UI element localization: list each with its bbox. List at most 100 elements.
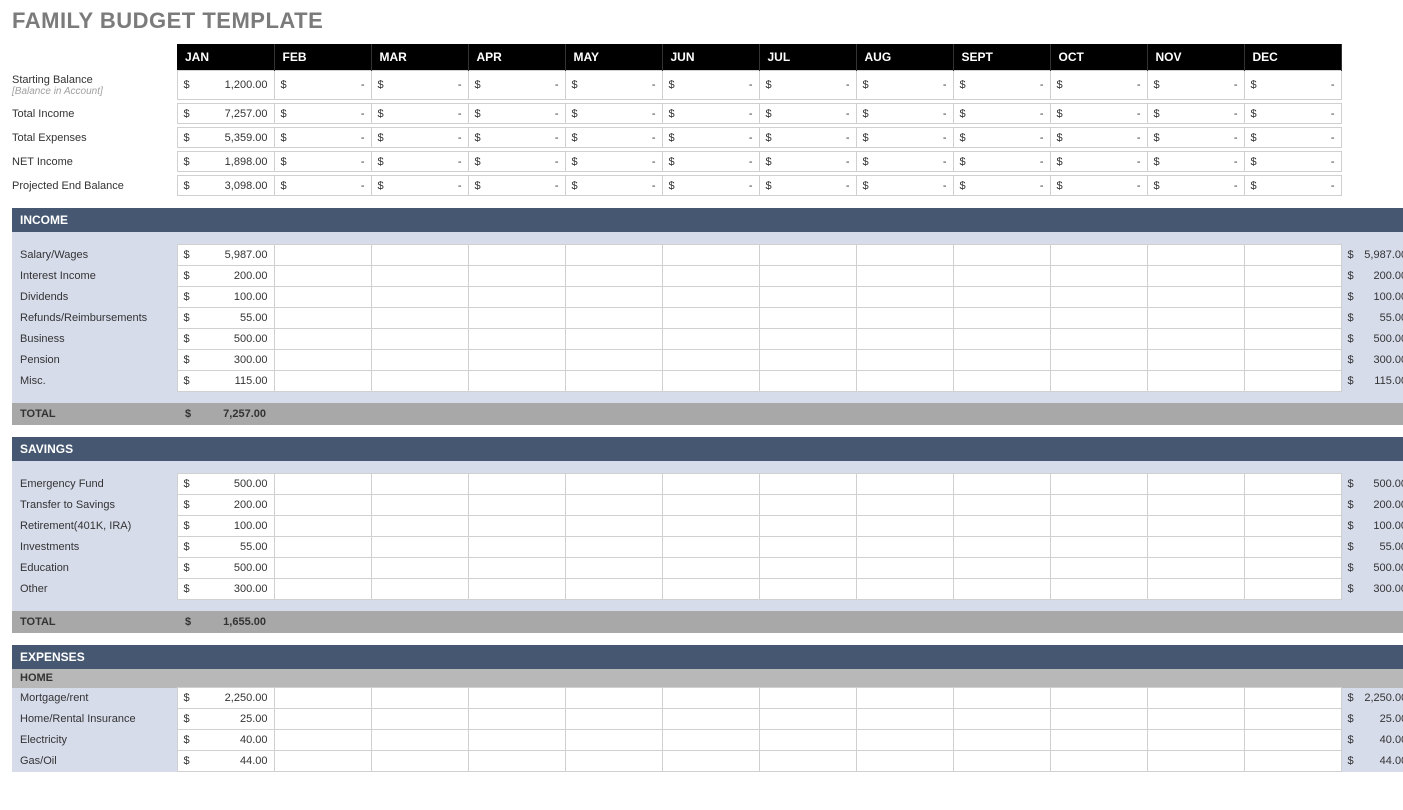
cell[interactable]: $-: [565, 176, 662, 196]
cell[interactable]: $-: [468, 176, 565, 196]
cell[interactable]: [856, 494, 953, 515]
cell[interactable]: $7,257.00: [177, 104, 274, 124]
cell[interactable]: [1050, 709, 1147, 730]
cell[interactable]: [1147, 328, 1244, 349]
cell[interactable]: $200.00: [177, 494, 274, 515]
cell[interactable]: $-: [468, 71, 565, 100]
cell[interactable]: [565, 730, 662, 751]
cell[interactable]: [1244, 286, 1341, 307]
cell[interactable]: [274, 557, 371, 578]
cell[interactable]: [662, 265, 759, 286]
cell[interactable]: $-: [1050, 152, 1147, 172]
cell[interactable]: [1147, 286, 1244, 307]
cell[interactable]: [1050, 286, 1147, 307]
cell[interactable]: [856, 286, 953, 307]
cell[interactable]: [565, 578, 662, 599]
cell[interactable]: $2,250.00: [177, 688, 274, 709]
cell[interactable]: $-: [662, 128, 759, 148]
cell[interactable]: [662, 688, 759, 709]
cell[interactable]: $-: [856, 104, 953, 124]
cell[interactable]: [468, 328, 565, 349]
cell[interactable]: $-: [662, 104, 759, 124]
cell[interactable]: [1147, 473, 1244, 494]
cell[interactable]: [1050, 494, 1147, 515]
cell[interactable]: [468, 349, 565, 370]
cell[interactable]: $-: [468, 104, 565, 124]
cell[interactable]: [1147, 244, 1244, 265]
cell[interactable]: [662, 515, 759, 536]
cell[interactable]: $-: [759, 71, 856, 100]
cell[interactable]: $55.00: [177, 536, 274, 557]
cell[interactable]: [953, 265, 1050, 286]
cell[interactable]: [565, 307, 662, 328]
cell[interactable]: [274, 536, 371, 557]
cell[interactable]: $-: [565, 104, 662, 124]
cell[interactable]: [1244, 557, 1341, 578]
cell[interactable]: [565, 515, 662, 536]
cell[interactable]: [565, 709, 662, 730]
cell[interactable]: [759, 494, 856, 515]
cell[interactable]: [1244, 370, 1341, 391]
cell[interactable]: [1147, 494, 1244, 515]
cell[interactable]: [1147, 578, 1244, 599]
cell[interactable]: [759, 265, 856, 286]
cell[interactable]: [953, 557, 1050, 578]
cell[interactable]: $300.00: [177, 578, 274, 599]
cell[interactable]: [1050, 578, 1147, 599]
cell[interactable]: $-: [565, 152, 662, 172]
cell[interactable]: [1050, 370, 1147, 391]
cell[interactable]: [565, 244, 662, 265]
cell[interactable]: [468, 370, 565, 391]
cell[interactable]: $-: [856, 176, 953, 196]
cell[interactable]: [856, 349, 953, 370]
cell[interactable]: $-: [759, 104, 856, 124]
cell[interactable]: [274, 709, 371, 730]
cell[interactable]: [856, 557, 953, 578]
cell[interactable]: [662, 370, 759, 391]
cell[interactable]: [1050, 557, 1147, 578]
cell[interactable]: [759, 709, 856, 730]
cell[interactable]: $500.00: [177, 473, 274, 494]
cell[interactable]: $-: [371, 104, 468, 124]
cell[interactable]: $-: [1244, 104, 1341, 124]
cell[interactable]: [468, 494, 565, 515]
cell[interactable]: $-: [1244, 152, 1341, 172]
cell[interactable]: [371, 349, 468, 370]
cell[interactable]: [856, 244, 953, 265]
cell[interactable]: $-: [274, 71, 371, 100]
cell[interactable]: $-: [953, 128, 1050, 148]
cell[interactable]: [1244, 709, 1341, 730]
cell[interactable]: $-: [759, 128, 856, 148]
cell[interactable]: [371, 515, 468, 536]
cell[interactable]: [856, 709, 953, 730]
cell[interactable]: $-: [1244, 71, 1341, 100]
cell[interactable]: [662, 473, 759, 494]
cell[interactable]: $40.00: [177, 730, 274, 751]
cell[interactable]: $-: [371, 176, 468, 196]
cell[interactable]: $5,987.00: [177, 244, 274, 265]
cell[interactable]: $-: [856, 71, 953, 100]
cell[interactable]: [565, 286, 662, 307]
cell[interactable]: [953, 307, 1050, 328]
cell[interactable]: [565, 328, 662, 349]
cell[interactable]: $500.00: [177, 557, 274, 578]
cell[interactable]: [371, 494, 468, 515]
cell[interactable]: [662, 328, 759, 349]
cell[interactable]: [1244, 578, 1341, 599]
cell[interactable]: [565, 536, 662, 557]
cell[interactable]: [1147, 730, 1244, 751]
cell[interactable]: [1050, 730, 1147, 751]
cell[interactable]: [468, 578, 565, 599]
cell[interactable]: [759, 578, 856, 599]
cell[interactable]: [953, 349, 1050, 370]
cell[interactable]: [856, 370, 953, 391]
cell[interactable]: [468, 751, 565, 772]
cell[interactable]: [371, 536, 468, 557]
cell[interactable]: $55.00: [177, 307, 274, 328]
cell[interactable]: [1244, 515, 1341, 536]
cell[interactable]: [759, 370, 856, 391]
cell[interactable]: [468, 286, 565, 307]
cell[interactable]: [1244, 751, 1341, 772]
cell[interactable]: [565, 349, 662, 370]
cell[interactable]: [1050, 307, 1147, 328]
